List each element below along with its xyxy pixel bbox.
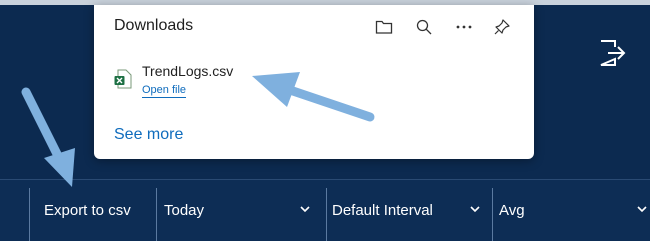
annotation-arrow-to-export xyxy=(21,87,75,187)
annotation-arrows xyxy=(21,72,375,187)
annotation-arrow-to-file xyxy=(252,72,375,122)
